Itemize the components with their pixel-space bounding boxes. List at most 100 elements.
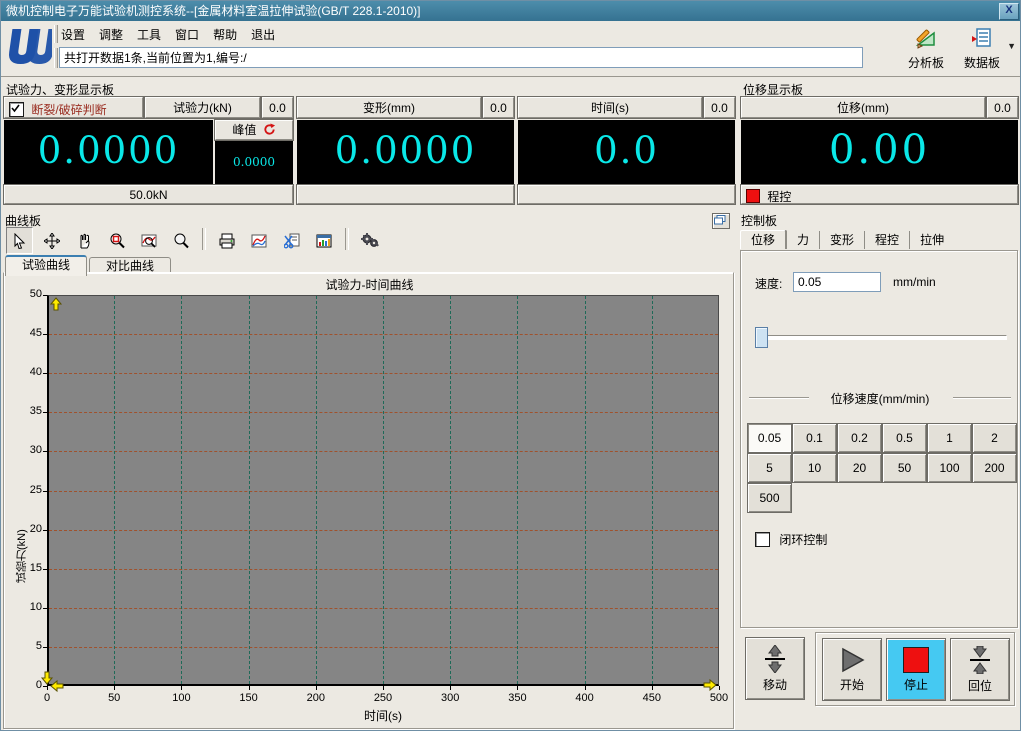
control-tab-力[interactable]: 力 [786, 231, 819, 249]
time-channel: 时间(s) 0.0 0.0 [518, 97, 736, 205]
y-tick-label: 35 [29, 405, 42, 418]
toolbar-overflow-icon[interactable]: ▼ [1007, 41, 1016, 51]
slider-thumb[interactable] [755, 327, 768, 348]
pan-tool-icon[interactable] [70, 227, 98, 254]
x-tickmark [383, 686, 384, 690]
v-gridline [584, 296, 586, 684]
peak-reset-icon[interactable] [263, 123, 276, 136]
menu-item-4[interactable]: 帮助 [211, 24, 245, 45]
speed-option-200[interactable]: 200 [972, 453, 1017, 483]
control-tab-位移[interactable]: 位移 [740, 230, 787, 249]
peak-header[interactable]: 峰值 [215, 120, 293, 140]
v-gridline [450, 296, 452, 684]
break-judge-label: 断裂/破碎判断 [31, 103, 107, 117]
ymax-marker-icon[interactable] [49, 297, 63, 311]
y-tick-label: 40 [29, 366, 42, 379]
restore-panel-button[interactable] [712, 213, 730, 229]
speed-option-20[interactable]: 20 [837, 453, 882, 483]
y-tickmark [43, 568, 47, 570]
xmax-marker-icon[interactable] [703, 678, 717, 692]
home-label: 回位 [967, 678, 992, 693]
peak-value-display: 0.0000 [215, 141, 293, 184]
break-judge-cell[interactable]: 断裂/破碎判断 [4, 97, 143, 118]
zoom-area-tool-icon[interactable] [103, 227, 131, 254]
v-gridline [114, 296, 116, 684]
app-window: 微机控制电子万能试验机测控系统--[金属材料室温拉伸试验(GB/T 228.1-… [0, 0, 1021, 731]
menu-grip [54, 25, 58, 43]
deform-channel-name[interactable]: 变形(mm) [297, 97, 481, 118]
gears-icon[interactable] [356, 227, 384, 254]
chart-area: 试验力-时间曲线 试验力(kN) 时间(s) 0 5 10 15 20 25 30 35 40 4… [3, 272, 734, 729]
speed-input[interactable] [793, 272, 881, 292]
force-channel: 断裂/破碎判断 试验力(kN) 0.0 0.0000 峰值 0.0000 50.… [4, 97, 293, 205]
move-tool-icon[interactable] [38, 227, 66, 254]
time-footer-bar [518, 185, 735, 204]
speed-slider[interactable] [755, 327, 1007, 348]
deform-aux-value: 0.0 [483, 97, 514, 118]
speed-option-2[interactable]: 2 [972, 423, 1017, 453]
stop-button[interactable]: 停止 [886, 638, 946, 701]
x-tickmark [47, 686, 48, 690]
closed-loop-checkbox[interactable] [755, 532, 770, 547]
move-button[interactable]: 移动 [745, 637, 805, 700]
displacement-value-display: 0.00 [741, 120, 1018, 184]
stop-label: 停止 [903, 677, 928, 692]
cursor-tool-icon[interactable] [6, 227, 33, 254]
speed-unit: mm/min [893, 275, 936, 289]
zoom-tool-icon[interactable] [167, 227, 195, 254]
time-aux-value: 0.0 [704, 97, 735, 118]
control-tab-程控[interactable]: 程控 [864, 231, 909, 249]
start-button[interactable]: 开始 [822, 638, 882, 701]
v-gridline [181, 296, 183, 684]
force-aux-value: 0.0 [262, 97, 293, 118]
time-channel-name[interactable]: 时间(s) [518, 97, 702, 118]
speed-option-0.2[interactable]: 0.2 [837, 423, 882, 453]
speed-option-1[interactable]: 1 [927, 423, 972, 453]
zoom-curve-tool-icon[interactable] [135, 227, 163, 254]
menu-item-0[interactable]: 设置 [59, 24, 93, 45]
home-button[interactable]: 回位 [950, 638, 1010, 701]
break-judge-checkbox[interactable] [9, 102, 24, 117]
data-window-icon[interactable] [310, 227, 338, 254]
x-tick-label: 300 [441, 692, 460, 704]
force-channel-name[interactable]: 试验力(kN) [145, 97, 260, 118]
control-tab-拉伸[interactable]: 拉伸 [909, 231, 954, 249]
x-tickmark [517, 686, 519, 690]
closed-loop-row[interactable]: 闭环控制 [755, 531, 827, 548]
snip-icon[interactable] [278, 227, 306, 254]
menu-item-1[interactable]: 调整 [97, 24, 131, 45]
print-icon[interactable] [213, 227, 241, 254]
speed-option-0.1[interactable]: 0.1 [792, 423, 837, 453]
y-tickmark [43, 451, 47, 453]
speed-option-0.5[interactable]: 0.5 [882, 423, 927, 453]
speed-options-grid: 0.05 0.1 0.2 0.5 1 2 5 10 20 50 100 200 500 [747, 423, 1017, 513]
analysis-panel-button[interactable]: 分析板 [900, 27, 952, 71]
menu-item-2[interactable]: 工具 [135, 24, 169, 45]
y-tick-label: 50 [29, 288, 42, 300]
control-caption: 控制板 [741, 214, 778, 228]
menu-item-3[interactable]: 窗口 [173, 24, 207, 45]
menu-item-5[interactable]: 退出 [249, 24, 283, 45]
control-tab-content: 速度: mm/min 位移速度(mm/min) 0.050.10.20.5125… [740, 250, 1018, 628]
start-icon [842, 647, 865, 672]
speed-option-50[interactable]: 50 [882, 453, 927, 483]
control-tab-变形[interactable]: 变形 [819, 231, 864, 249]
status-field[interactable]: 共打开数据1条,当前位置为1,编号:/ [59, 47, 863, 68]
speed-option-0.05[interactable]: 0.05 [747, 423, 792, 453]
slider-track [755, 335, 1007, 340]
x-tickmark [114, 686, 116, 690]
menu-bar: 设置 调整 工具 窗口 帮助 退出 [59, 24, 287, 44]
speed-option-100[interactable]: 100 [927, 453, 972, 483]
curve-style-icon[interactable] [245, 227, 273, 254]
origin-x-marker-icon[interactable] [50, 679, 64, 693]
speed-option-10[interactable]: 10 [792, 453, 837, 483]
close-button[interactable]: X [999, 3, 1019, 20]
curve-tab-试验曲线[interactable]: 试验曲线 [5, 255, 88, 276]
speed-option-500[interactable]: 500 [747, 483, 792, 513]
y-tickmark [43, 295, 47, 296]
y-tick-label: 20 [29, 522, 42, 535]
y-tickmark [43, 334, 47, 336]
data-panel-button[interactable]: 数据板 [956, 27, 1008, 71]
speed-option-5[interactable]: 5 [747, 453, 792, 483]
displacement-name[interactable]: 位移(mm) [741, 97, 985, 118]
